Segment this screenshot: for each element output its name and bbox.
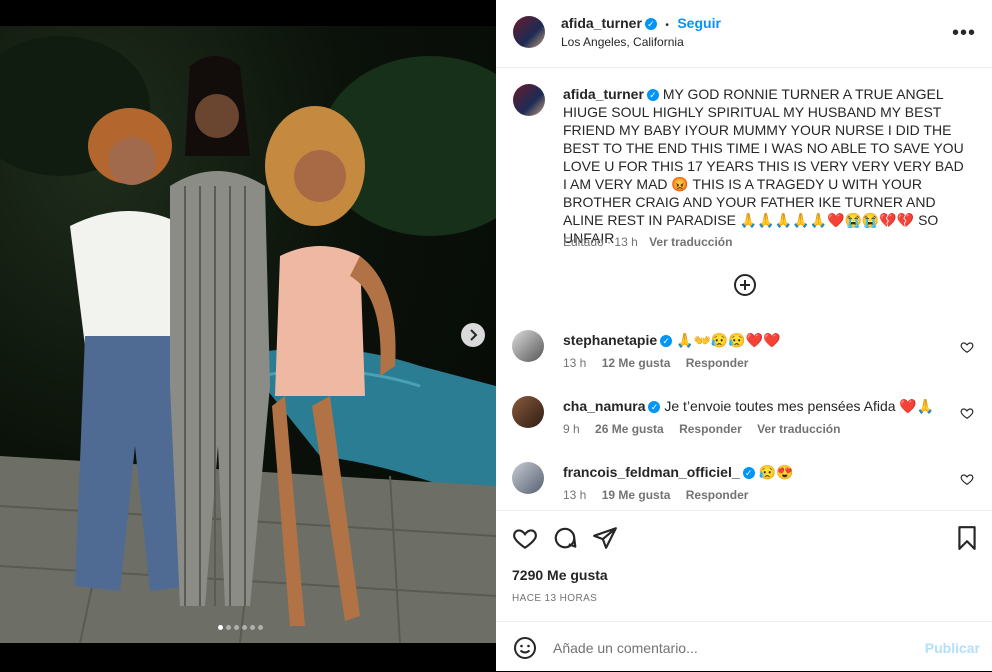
caption-time: 13 h (614, 235, 638, 249)
add-comment-bar: Añade un comentario... Publicar (496, 621, 992, 672)
caption-text: MY GOD RONNIE TURNER A TRUE ANGEL HIUGE … (563, 86, 964, 246)
share-icon[interactable] (592, 525, 618, 551)
photo-illustration (0, 36, 496, 643)
comment-likes[interactable]: 12 Me gusta (602, 356, 671, 370)
caption-username[interactable]: afida_turner (563, 86, 644, 102)
avatar[interactable] (513, 16, 545, 48)
comment-time: 13 h (563, 488, 587, 502)
carousel-dot (226, 625, 231, 630)
comment-item: francois_feldman_officiel_ ✓ 😥😍 13 h 19 M… (512, 462, 982, 510)
avatar[interactable] (512, 330, 544, 362)
post-actions: 7290 Me gusta HACE 13 HORAS (496, 510, 992, 621)
heart-icon[interactable] (960, 406, 974, 420)
avatar[interactable] (512, 396, 544, 428)
post-side-panel: afida_turner ✓ • Seguir Los Angeles, Cali… (496, 0, 992, 671)
heart-icon[interactable] (512, 525, 538, 551)
comment-icon[interactable] (552, 525, 578, 551)
heart-icon[interactable] (960, 340, 974, 354)
caption-meta: Editado · 13 h Ver traducción (563, 235, 732, 249)
header-user-line: afida_turner ✓ • Seguir (561, 15, 721, 33)
comment-body: francois_feldman_officiel_ ✓ 😥😍 (563, 464, 793, 481)
comment-username[interactable]: cha_namura (563, 398, 645, 414)
comment-time: 9 h (563, 422, 580, 436)
photo-pane (0, 0, 496, 671)
comment-input[interactable]: Añade un comentario... (553, 640, 698, 656)
comments-scroll[interactable]: afida_turner ✓ MY GOD RONNIE TURNER A TRU… (496, 68, 992, 510)
comment-likes[interactable]: 26 Me gusta (595, 422, 664, 436)
comment-likes[interactable]: 19 Me gusta (602, 488, 671, 502)
comment-body: stephanetapie ✓ 🙏👐😥😥❤️❤️ (563, 332, 781, 349)
carousel-dots (218, 625, 263, 630)
caption: afida_turner ✓ MY GOD RONNIE TURNER A TRU… (563, 85, 968, 247)
verified-badge-icon: ✓ (742, 467, 755, 479)
heart-icon[interactable] (960, 472, 974, 486)
comment-username[interactable]: stephanetapie (563, 332, 657, 348)
more-options-icon[interactable]: ••• (952, 22, 976, 45)
separator: · (607, 235, 612, 249)
header-username[interactable]: afida_turner (561, 15, 642, 31)
comment-username[interactable]: francois_feldman_officiel_ (563, 464, 740, 480)
post-timestamp: HACE 13 HORAS (512, 593, 598, 604)
carousel-dot (234, 625, 239, 630)
post-header: afida_turner ✓ • Seguir Los Angeles, Cali… (496, 0, 992, 68)
chevron-right-icon (470, 329, 478, 341)
comment-text: 🙏👐😥😥❤️❤️ (676, 332, 781, 348)
comment-meta: 9 h 26 Me gusta Responder Ver traducción (563, 422, 852, 436)
comment-text: Je t’envoie toutes mes pensées Afida ❤️🙏 (664, 398, 935, 414)
comment-body: cha_namura ✓ Je t’envoie toutes mes pensé… (563, 398, 934, 415)
verified-badge-icon: ✓ (644, 18, 657, 30)
location-link[interactable]: Los Angeles, California (561, 35, 684, 49)
translate-link[interactable]: Ver traducción (649, 235, 732, 249)
carousel-dot (218, 625, 223, 630)
carousel-dot (258, 625, 263, 630)
verified-badge-icon: ✓ (660, 335, 673, 347)
like-count[interactable]: 7290 Me gusta (512, 567, 608, 583)
post-photo[interactable] (0, 26, 496, 643)
separator: • (665, 20, 669, 31)
reply-button[interactable]: Responder (686, 488, 749, 502)
follow-button[interactable]: Seguir (677, 15, 721, 31)
carousel-dot (250, 625, 255, 630)
add-circle-icon[interactable] (734, 274, 756, 296)
carousel-next-button[interactable] (461, 323, 485, 347)
avatar[interactable] (512, 462, 544, 494)
verified-badge-icon: ✓ (646, 89, 659, 101)
reply-button[interactable]: Responder (679, 422, 742, 436)
reply-button[interactable]: Responder (686, 356, 749, 370)
avatar[interactable] (513, 84, 545, 116)
comment-meta: 13 h 12 Me gusta Responder (563, 356, 760, 370)
comment-text: 😥😍 (758, 464, 794, 480)
comment-time: 13 h (563, 356, 587, 370)
bookmark-icon[interactable] (954, 525, 980, 551)
emoji-icon[interactable] (513, 636, 537, 660)
comment-item: cha_namura ✓ Je t’envoie toutes mes pensé… (512, 396, 982, 446)
verified-badge-icon: ✓ (648, 401, 661, 413)
translate-link[interactable]: Ver traducción (757, 422, 840, 436)
comment-meta: 13 h 19 Me gusta Responder (563, 488, 760, 502)
comment-item: stephanetapie ✓ 🙏👐😥😥❤️❤️ 13 h 12 Me gusta… (512, 330, 982, 380)
publish-button[interactable]: Publicar (925, 640, 980, 656)
edited-label: Editado (563, 235, 604, 249)
carousel-dot (242, 625, 247, 630)
